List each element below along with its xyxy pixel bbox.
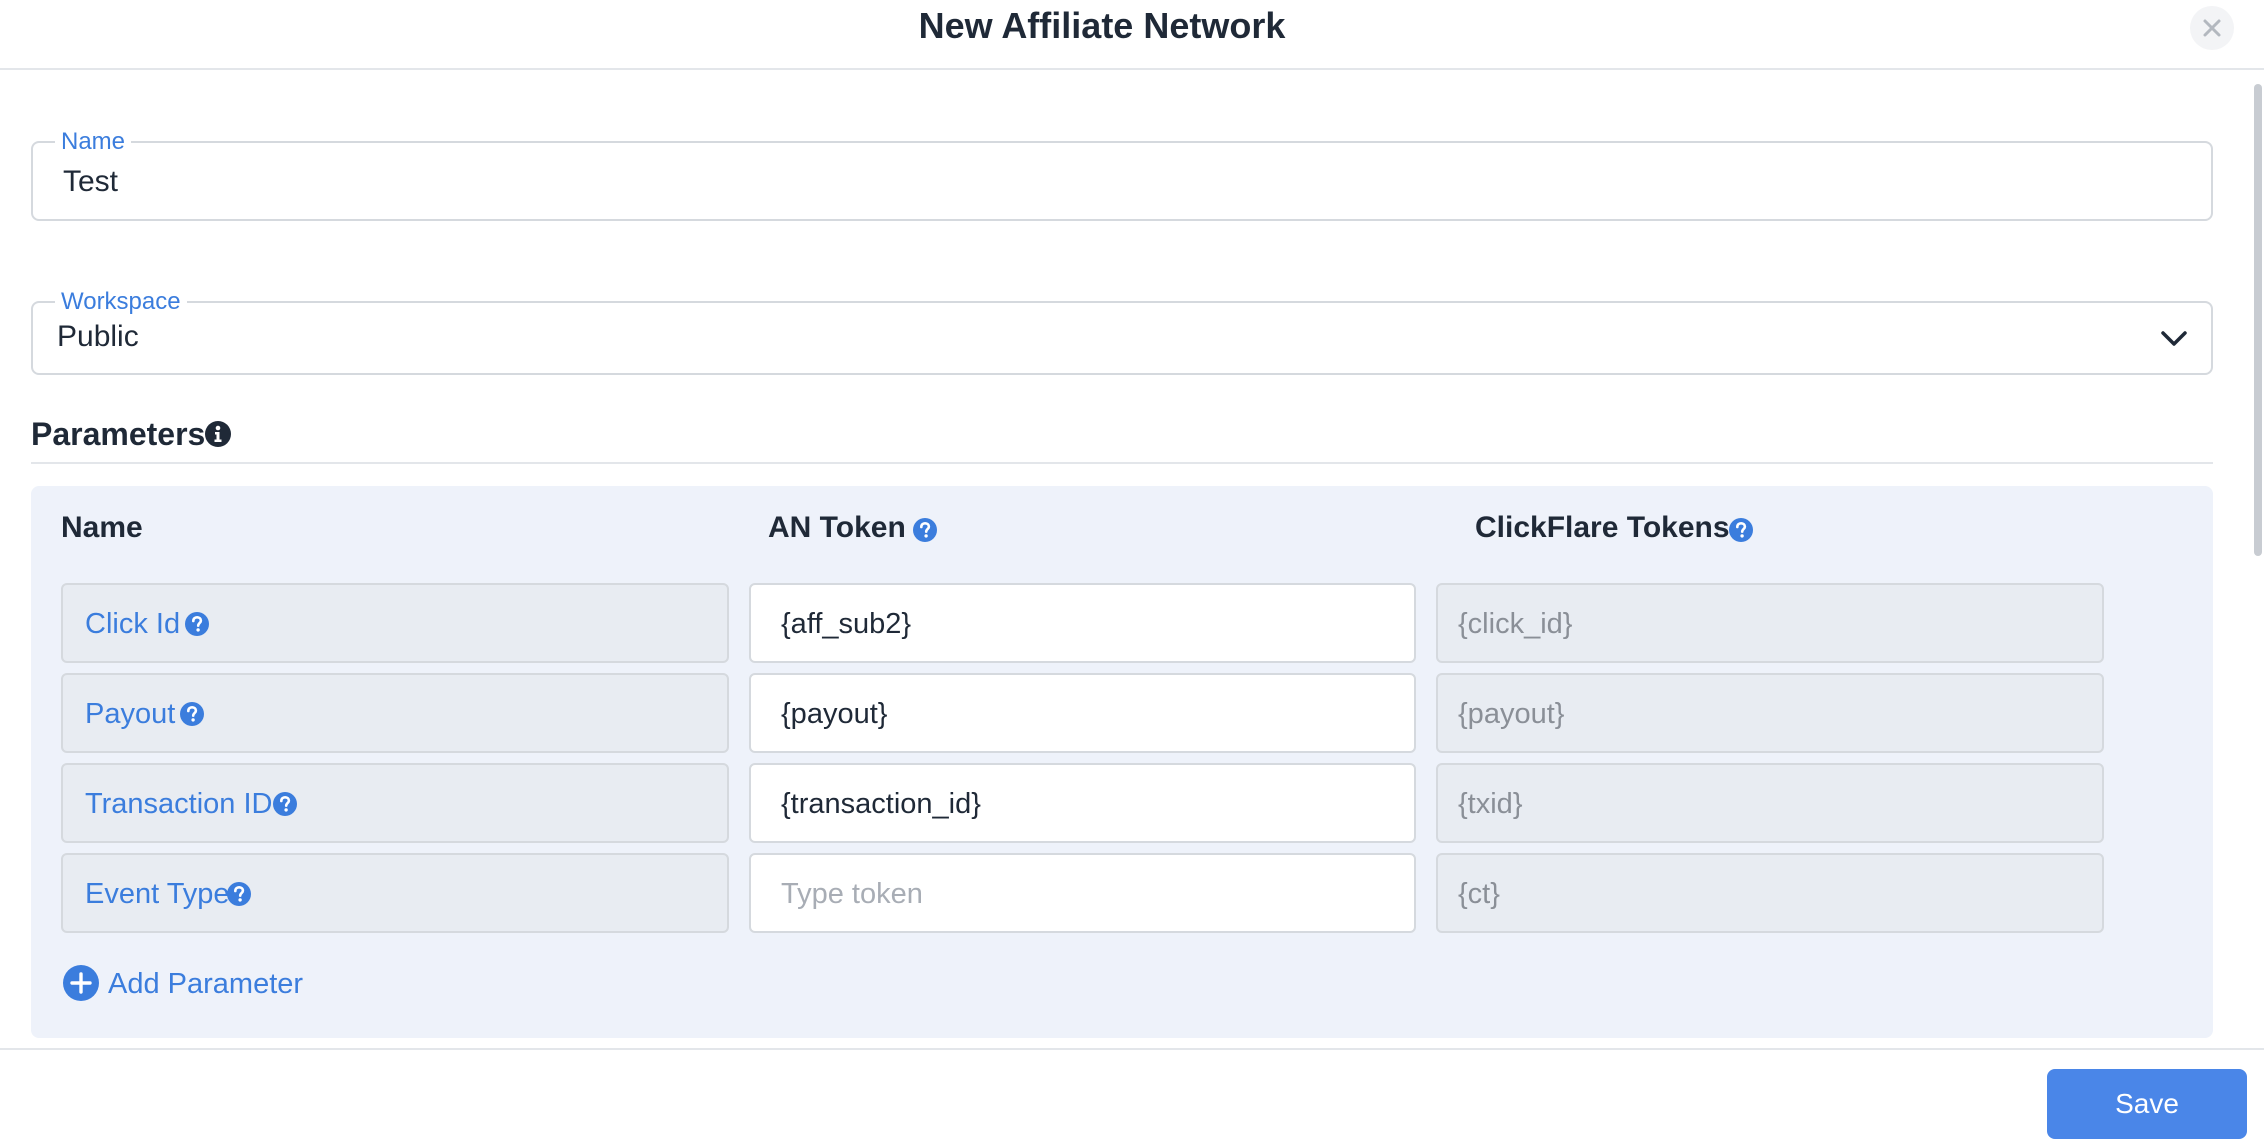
clickflare-token: {click_id} bbox=[1458, 608, 1573, 640]
section-divider bbox=[31, 462, 2213, 464]
footer-divider bbox=[0, 1048, 2264, 1050]
workspace-field-label: Workspace bbox=[55, 288, 187, 316]
parameter-name-cell: Transaction ID bbox=[61, 763, 729, 843]
question-circle-icon[interactable] bbox=[184, 611, 210, 637]
name-input[interactable] bbox=[63, 162, 2063, 202]
parameter-name: Event Type bbox=[85, 878, 230, 910]
question-circle-icon[interactable] bbox=[226, 881, 252, 907]
parameters-title: Parameters bbox=[31, 416, 206, 452]
question-circle-icon[interactable] bbox=[912, 517, 938, 543]
parameter-name-cell: Event Type bbox=[61, 853, 729, 933]
column-header-name: Name bbox=[61, 511, 143, 544]
parameter-name: Payout bbox=[85, 698, 176, 730]
modal-header: New Affiliate Network bbox=[0, 0, 2264, 70]
clickflare-token: {payout} bbox=[1458, 698, 1565, 730]
clickflare-token: {txid} bbox=[1458, 788, 1523, 820]
an-token-input[interactable] bbox=[781, 695, 1381, 733]
name-field[interactable]: Name bbox=[31, 128, 2213, 221]
question-circle-icon[interactable] bbox=[272, 791, 298, 817]
an-token-input[interactable] bbox=[781, 605, 1381, 643]
question-circle-icon[interactable] bbox=[179, 701, 205, 727]
parameter-name-cell: Payout bbox=[61, 673, 729, 753]
plus-circle-icon bbox=[63, 965, 99, 1001]
clickflare-token: {ct} bbox=[1458, 878, 1500, 910]
parameter-name: Click Id bbox=[85, 608, 181, 640]
add-parameter-label: Add Parameter bbox=[108, 968, 304, 1000]
question-circle-icon[interactable] bbox=[1728, 517, 1754, 543]
an-token-cell[interactable] bbox=[749, 673, 1416, 753]
an-token-input[interactable] bbox=[781, 785, 1381, 823]
an-token-cell[interactable] bbox=[749, 853, 1416, 933]
parameters-panel bbox=[31, 486, 2213, 1038]
clickflare-token-cell: {ct} bbox=[1436, 853, 2104, 933]
scrollbar-thumb[interactable] bbox=[2254, 84, 2262, 556]
workspace-selected-value[interactable]: Public bbox=[57, 317, 2057, 357]
new-affiliate-network-modal: New Affiliate Network Name Workspace Pub… bbox=[0, 0, 2264, 1144]
an-token-cell[interactable] bbox=[749, 763, 1416, 843]
column-header-clickflare-tokens: ClickFlare Tokens bbox=[1475, 511, 1730, 544]
column-header-an-token: AN Token bbox=[768, 511, 906, 544]
an-token-input[interactable] bbox=[781, 875, 1381, 913]
workspace-select[interactable]: Workspace Public bbox=[31, 288, 2213, 375]
name-field-label: Name bbox=[55, 128, 132, 156]
parameter-name-cell: Click Id bbox=[61, 583, 729, 663]
clickflare-token-cell: {click_id} bbox=[1436, 583, 2104, 663]
close-icon bbox=[2203, 19, 2221, 37]
parameter-name: Transaction ID bbox=[85, 788, 273, 820]
close-button[interactable] bbox=[2190, 6, 2234, 50]
an-token-cell[interactable] bbox=[749, 583, 1416, 663]
save-button[interactable]: Save bbox=[2047, 1069, 2247, 1139]
chevron-down-icon[interactable] bbox=[2159, 323, 2189, 353]
info-icon[interactable] bbox=[204, 420, 232, 448]
modal-title: New Affiliate Network bbox=[918, 5, 1286, 46]
clickflare-token-cell: {txid} bbox=[1436, 763, 2104, 843]
clickflare-token-cell: {payout} bbox=[1436, 673, 2104, 753]
